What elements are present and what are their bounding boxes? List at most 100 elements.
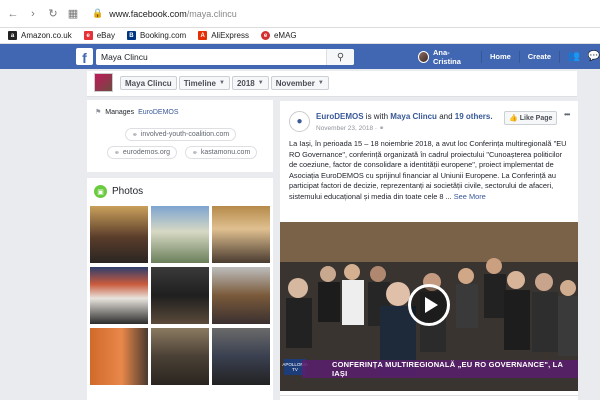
- manages-label: Manages: [105, 108, 135, 116]
- search-input[interactable]: Maya Clincu ⚲: [96, 49, 354, 65]
- public-icon: ⚭: [378, 125, 385, 132]
- bookmark-label: Booking.com: [139, 31, 187, 40]
- like-page-button[interactable]: 👍 Like Page: [504, 111, 558, 125]
- bookmark-booking[interactable]: B Booking.com: [126, 31, 187, 40]
- photo-icon: ▣: [94, 185, 107, 198]
- browser-toolbar: ← › ↻ ▦ 🔒 www.facebook.com/maya.clincu: [0, 0, 600, 28]
- messenger-icon[interactable]: 💬: [588, 51, 600, 63]
- post-date[interactable]: November 23, 2018 · ⚭: [316, 124, 384, 132]
- address-bar[interactable]: 🔒 www.facebook.com/maya.clincu: [92, 5, 600, 23]
- manages-row: ⚑ Manages EuroDEMOS: [95, 108, 179, 117]
- intro-card: ⚑ Manages EuroDEMOS ⚭ involved-youth-coal…: [87, 100, 273, 172]
- lock-icon: 🔒: [92, 8, 104, 18]
- photos-header[interactable]: ▣ Photos: [94, 185, 143, 198]
- timeline-nav: Maya Clincu Timeline ▼ 2018 ▼ November ▼: [87, 71, 577, 97]
- home-link[interactable]: Home: [490, 52, 511, 61]
- chevron-down-icon: ▼: [257, 80, 264, 86]
- create-link[interactable]: Create: [528, 52, 551, 61]
- avatar: [418, 50, 429, 63]
- crumb-profile[interactable]: Maya Clincu: [120, 76, 177, 90]
- apps-grid-icon[interactable]: ▦: [66, 7, 80, 21]
- crumb-month[interactable]: November ▼: [270, 76, 329, 90]
- and-text: and: [439, 112, 453, 121]
- post-card: ● EuroDEMOS is with Maya Clincu and 19 o…: [280, 101, 578, 400]
- url-host: www.facebook.com: [109, 8, 187, 19]
- user-name: Ana-Cristina: [432, 47, 461, 66]
- forward-icon[interactable]: ›: [26, 7, 40, 21]
- bookmark-label: AliExpress: [211, 31, 249, 40]
- crumb-label: 2018: [236, 78, 255, 88]
- see-more-link[interactable]: See More: [454, 192, 486, 201]
- globe-icon: ⚭: [132, 131, 138, 139]
- breadcrumb: Maya Clincu Timeline ▼ 2018 ▼ November ▼: [120, 76, 329, 90]
- bookmark-ebay[interactable]: e eBay: [83, 31, 115, 40]
- play-icon[interactable]: [408, 284, 450, 326]
- photo-thumbnail[interactable]: [90, 206, 148, 263]
- amazon-icon: a: [8, 31, 17, 40]
- website-label: involved-youth-coalition.com: [140, 131, 230, 138]
- globe-icon: ⚭: [192, 149, 198, 157]
- website-label: eurodemos.org: [122, 149, 170, 156]
- like-page-label: Like Page: [519, 114, 553, 122]
- crumb-year[interactable]: 2018 ▼: [231, 76, 269, 90]
- more-options-icon[interactable]: •••: [564, 110, 570, 119]
- video-caption: CONFERINȚA MULTIREGIONALĂ „EU RO GOVERNA…: [302, 360, 578, 378]
- chevron-down-icon: ▼: [219, 80, 225, 86]
- crumb-timeline[interactable]: Timeline ▼: [178, 76, 230, 90]
- ebay-icon: e: [83, 31, 93, 40]
- search-value: Maya Clincu: [101, 52, 148, 62]
- crumb-label: Timeline: [183, 78, 216, 88]
- flag-icon: ⚑: [95, 109, 102, 116]
- website-link[interactable]: ⚭ kastamonu.com: [185, 146, 258, 159]
- bookmark-aliexpress[interactable]: A AliExpress: [198, 31, 249, 40]
- photo-thumbnail[interactable]: [212, 206, 270, 263]
- thumbs-up-icon: 👍: [509, 115, 518, 122]
- next-post-stub: [280, 395, 578, 400]
- facebook-logo[interactable]: f: [76, 48, 93, 65]
- divider: [481, 50, 482, 63]
- aliexpress-icon: A: [198, 31, 208, 40]
- reload-icon[interactable]: ↻: [46, 7, 60, 21]
- tagged-person-link[interactable]: Maya Clincu: [390, 112, 437, 121]
- photo-thumbnail[interactable]: [212, 267, 270, 324]
- profile-link[interactable]: Ana-Cristina: [418, 48, 473, 66]
- page-name-link[interactable]: EuroDEMOS: [316, 112, 364, 121]
- divider: [559, 50, 560, 63]
- photos-card: ▣ Photos: [87, 178, 273, 400]
- facebook-header: f Maya Clincu ⚲ Ana-Cristina Home Create…: [0, 44, 600, 69]
- profile-thumbnail[interactable]: [94, 73, 113, 92]
- bookmark-label: eMAG: [273, 31, 297, 40]
- page-avatar[interactable]: ●: [289, 111, 310, 132]
- header-nav: Ana-Cristina Home Create 👥 💬: [418, 44, 600, 69]
- website-link[interactable]: ⚭ involved-youth-coalition.com: [125, 128, 237, 141]
- date-text: November 23, 2018 ·: [316, 125, 379, 132]
- divider: [518, 50, 520, 63]
- photo-thumbnail[interactable]: [151, 267, 209, 324]
- bookmark-label: Amazon.co.uk: [21, 31, 72, 40]
- managed-page-link[interactable]: EuroDEMOS: [138, 109, 178, 116]
- bookmark-emag[interactable]: e eMAG: [260, 31, 297, 40]
- post-body: La Iași, în perioada 15 – 18 noiembrie 2…: [289, 139, 571, 202]
- website-label: kastamonu.com: [200, 149, 251, 156]
- globe-icon: ⚭: [114, 149, 120, 157]
- with-text: is with: [365, 112, 389, 121]
- bookmark-amazon[interactable]: a Amazon.co.uk: [8, 31, 72, 40]
- video-player[interactable]: APOLLONIA TV CONFERINȚA MULTIREGIONALĂ „…: [280, 222, 578, 391]
- photo-thumbnail[interactable]: [90, 267, 148, 324]
- photo-thumbnail[interactable]: [212, 328, 270, 385]
- friends-icon[interactable]: 👥: [568, 51, 580, 63]
- others-link[interactable]: 19 others.: [455, 112, 493, 121]
- back-icon[interactable]: ←: [6, 7, 20, 21]
- website-link[interactable]: ⚭ eurodemos.org: [107, 146, 177, 159]
- photos-title: Photos: [112, 186, 144, 197]
- post-body-text: La Iași, în perioada 15 – 18 noiembrie 2…: [289, 139, 567, 201]
- photo-thumbnail[interactable]: [151, 206, 209, 263]
- crumb-label: Maya Clincu: [125, 78, 172, 88]
- photo-thumbnail[interactable]: [90, 328, 148, 385]
- bookmarks-bar: a Amazon.co.uk e eBay B Booking.com A AliExp…: [0, 28, 600, 44]
- search-icon[interactable]: ⚲: [326, 49, 354, 65]
- bookmark-label: eBay: [96, 31, 115, 40]
- url-path: /maya.clincu: [186, 8, 237, 19]
- crumb-label: November: [275, 78, 315, 88]
- photo-thumbnail[interactable]: [151, 328, 209, 385]
